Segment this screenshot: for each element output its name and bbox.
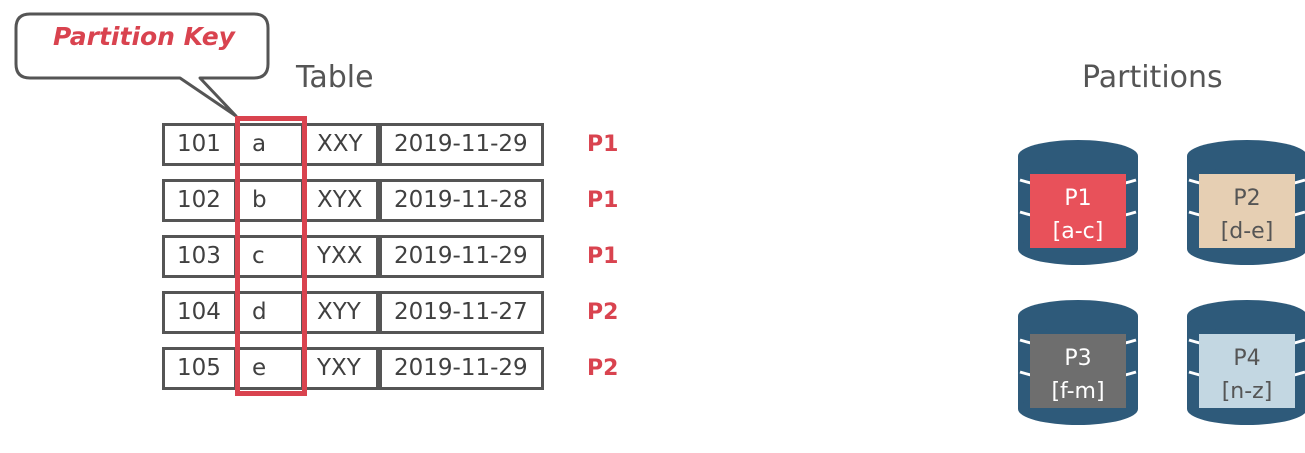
partition-p4-database-icon: P4 [n-z] <box>1187 300 1305 425</box>
code-cell: XYY <box>304 291 379 334</box>
date-cell: 2019-11-28 <box>379 179 544 222</box>
id-cell: 101 <box>162 123 237 166</box>
date-cell: 2019-11-29 <box>379 123 544 166</box>
date-cell: 2019-11-27 <box>379 291 544 334</box>
partition-p2-database-icon: P2 [d-e] <box>1187 140 1305 265</box>
id-cell: 102 <box>162 179 237 222</box>
partition-label: P1 <box>587 244 619 269</box>
code-cell: YXX <box>304 235 379 278</box>
table-title: Table <box>296 60 374 95</box>
partition-range: [a-c] <box>1052 219 1104 244</box>
partition-range: [n-z] <box>1221 379 1273 404</box>
partition-name: P2 <box>1233 186 1261 211</box>
partition-range: [f-m] <box>1051 379 1105 404</box>
id-cell: 103 <box>162 235 237 278</box>
date-cell: 2019-11-29 <box>379 347 544 390</box>
partition-p3-database-icon: P3 [f-m] <box>1018 300 1138 425</box>
partition-range: [d-e] <box>1220 219 1274 244</box>
partitions-title: Partitions <box>1082 60 1223 95</box>
partition-name: P4 <box>1233 346 1261 371</box>
id-cell: 105 <box>162 347 237 390</box>
partition-p1-database-icon: P1 [a-c] <box>1018 140 1138 265</box>
partition-name: P3 <box>1064 346 1092 371</box>
date-cell: 2019-11-29 <box>379 235 544 278</box>
code-cell: XYX <box>304 179 379 222</box>
partition-key-column-highlight <box>235 116 307 396</box>
partition-name: P1 <box>1064 186 1092 211</box>
callout-label: Partition Key <box>53 22 235 51</box>
code-cell: YXY <box>304 347 379 390</box>
partition-key-callout: Partition Key <box>0 0 280 120</box>
partition-label: P1 <box>587 188 619 213</box>
code-cell: XXY <box>304 123 379 166</box>
partition-label: P2 <box>587 300 619 325</box>
callout-bubble-shape <box>14 12 270 118</box>
partition-label: P1 <box>587 132 619 157</box>
partition-label: P2 <box>587 356 619 381</box>
id-cell: 104 <box>162 291 237 334</box>
